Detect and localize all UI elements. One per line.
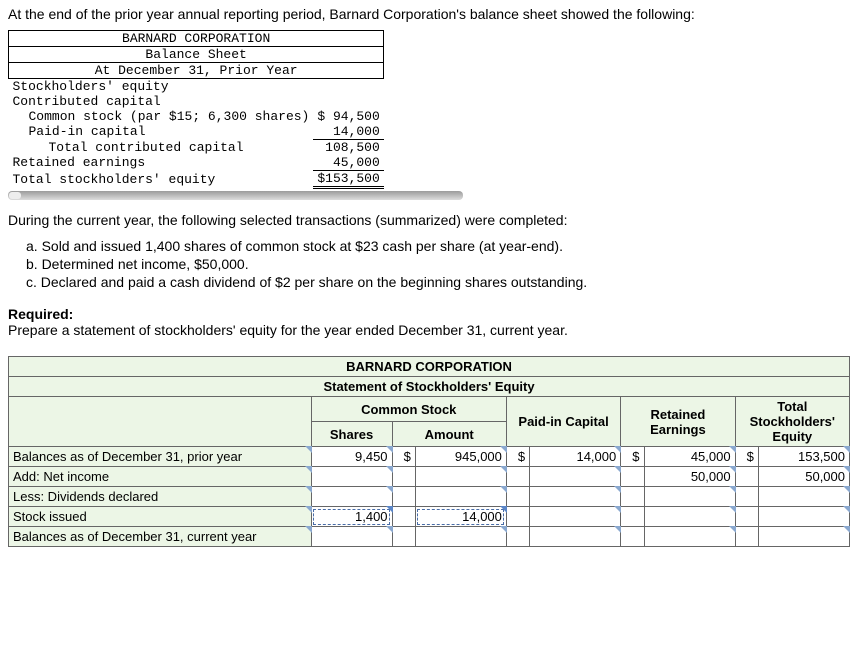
cell-dollar xyxy=(392,507,415,527)
row-label-net-income[interactable]: Add: Net income xyxy=(9,467,312,487)
cell-dollar xyxy=(735,467,758,487)
soe-company: BARNARD CORPORATION xyxy=(9,357,850,377)
cell-tse[interactable] xyxy=(758,487,849,507)
cell-tse[interactable]: 153,500 xyxy=(758,447,849,467)
cell-dollar xyxy=(621,467,644,487)
table-row: Balances as of December 31, current year xyxy=(9,527,850,547)
cell-shares[interactable]: 1,400 xyxy=(311,507,392,527)
cell-re[interactable] xyxy=(644,507,735,527)
bs-val-cs: $ 94,500 xyxy=(313,109,383,124)
transaction-c: c. Declared and paid a cash dividend of … xyxy=(26,274,860,290)
cell-shares[interactable] xyxy=(311,487,392,507)
row-label-prior-balance[interactable]: Balances as of December 31, prior year xyxy=(9,447,312,467)
transactions-intro: During the current year, the following s… xyxy=(8,212,860,228)
required-heading: Required: xyxy=(8,306,73,322)
row-label-current-balance[interactable]: Balances as of December 31, current year xyxy=(9,527,312,547)
cell-dollar xyxy=(735,527,758,547)
soe-h-common-stock: Common Stock xyxy=(311,397,506,422)
required-section: Required: Prepare a statement of stockho… xyxy=(8,306,860,338)
bs-line-se: Stockholders' equity xyxy=(9,79,314,95)
cell-dollar xyxy=(735,487,758,507)
bs-line-cc: Contributed capital xyxy=(9,94,314,109)
transaction-a: a. Sold and issued 1,400 shares of commo… xyxy=(26,238,860,254)
bs-company: BARNARD CORPORATION xyxy=(9,31,384,47)
cell-dollar: $ xyxy=(392,447,415,467)
cell-dollar xyxy=(621,487,644,507)
soe-h-amount: Amount xyxy=(392,422,506,447)
cell-shares[interactable] xyxy=(311,527,392,547)
bs-line-re: Retained earnings xyxy=(9,155,314,171)
cell-tse[interactable] xyxy=(758,527,849,547)
table-row: Less: Dividends declared xyxy=(9,487,850,507)
cell-amount[interactable]: 14,000 xyxy=(415,507,506,527)
cell-dollar: $ xyxy=(735,447,758,467)
cell-amount[interactable] xyxy=(415,467,506,487)
soe-h-tse: Total Stockholders' Equity xyxy=(735,397,849,447)
cell-amount[interactable] xyxy=(415,527,506,547)
cell-amount[interactable]: 945,000 xyxy=(415,447,506,467)
bs-line-cs: Common stock (par $15; 6,300 shares) xyxy=(9,109,314,124)
cell-dollar xyxy=(506,467,529,487)
cell-tse[interactable] xyxy=(758,507,849,527)
cell-dollar: $ xyxy=(506,447,529,467)
bs-val-tcc: 108,500 xyxy=(313,140,383,156)
cell-re[interactable] xyxy=(644,527,735,547)
row-label-stock-issued[interactable]: Stock issued xyxy=(9,507,312,527)
soe-blank-head xyxy=(9,397,312,447)
bs-title: Balance Sheet xyxy=(9,47,384,63)
bs-line-pic: Paid-in capital xyxy=(9,124,314,140)
cell-pic[interactable] xyxy=(530,487,621,507)
bs-val-re: 45,000 xyxy=(313,155,383,171)
stockholders-equity-table: BARNARD CORPORATION Statement of Stockho… xyxy=(8,356,850,547)
cell-dollar xyxy=(506,487,529,507)
row-label-dividends[interactable]: Less: Dividends declared xyxy=(9,487,312,507)
transaction-b: b. Determined net income, $50,000. xyxy=(26,256,860,272)
transaction-list: a. Sold and issued 1,400 shares of commo… xyxy=(26,238,860,290)
required-text: Prepare a statement of stockholders' equ… xyxy=(8,322,568,338)
bs-date: At December 31, Prior Year xyxy=(9,63,384,79)
cell-dollar xyxy=(735,507,758,527)
cell-pic[interactable]: 14,000 xyxy=(530,447,621,467)
cell-pic[interactable] xyxy=(530,527,621,547)
cell-re[interactable]: 50,000 xyxy=(644,467,735,487)
table-row: Stock issued 1,400 14,000 xyxy=(9,507,850,527)
cell-pic[interactable] xyxy=(530,507,621,527)
table-row: Balances as of December 31, prior year 9… xyxy=(9,447,850,467)
balance-sheet: BARNARD CORPORATION Balance Sheet At Dec… xyxy=(8,30,384,189)
cell-re[interactable] xyxy=(644,487,735,507)
intro-text: At the end of the prior year annual repo… xyxy=(8,6,860,22)
cell-re[interactable]: 45,000 xyxy=(644,447,735,467)
cell-tse[interactable]: 50,000 xyxy=(758,467,849,487)
cell-shares[interactable]: 9,450 xyxy=(311,447,392,467)
soe-h-re: Retained Earnings xyxy=(621,397,735,447)
cell-dollar xyxy=(506,507,529,527)
cell-dollar xyxy=(392,467,415,487)
soe-statement-title: Statement of Stockholders' Equity xyxy=(9,377,850,397)
table-row: Add: Net income 50,000 50,000 xyxy=(9,467,850,487)
bs-val-tse: $153,500 xyxy=(313,171,383,188)
cell-pic[interactable] xyxy=(530,467,621,487)
cell-dollar xyxy=(621,507,644,527)
scrollbar-horizontal[interactable] xyxy=(8,191,463,200)
cell-shares[interactable] xyxy=(311,467,392,487)
cell-dollar xyxy=(621,527,644,547)
cell-dollar xyxy=(392,487,415,507)
bs-val-pic: 14,000 xyxy=(313,124,383,140)
cell-amount[interactable] xyxy=(415,487,506,507)
bs-line-tcc: Total contributed capital xyxy=(9,140,314,156)
cell-dollar xyxy=(392,527,415,547)
bs-line-tse: Total stockholders' equity xyxy=(9,171,314,188)
soe-h-pic: Paid-in Capital xyxy=(506,397,620,447)
cell-dollar xyxy=(506,527,529,547)
cell-dollar: $ xyxy=(621,447,644,467)
soe-h-shares: Shares xyxy=(311,422,392,447)
